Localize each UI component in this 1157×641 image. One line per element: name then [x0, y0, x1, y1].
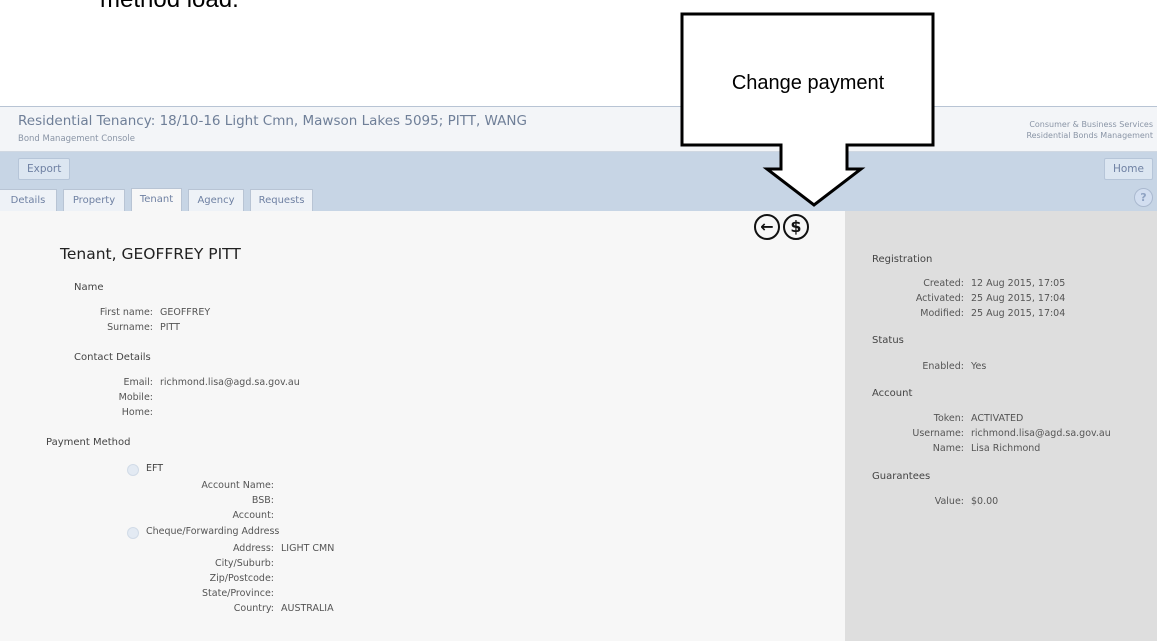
city-label: City/Suburb: — [214, 558, 274, 569]
username-label: Username: — [912, 428, 964, 439]
eft-label: EFT — [146, 463, 164, 474]
email-value: richmond.lisa@agd.sa.gov.au — [160, 377, 300, 388]
change-payment-callout — [680, 12, 935, 207]
enabled-value: Yes — [971, 361, 987, 372]
first-name-label: First name: — [99, 307, 153, 318]
first-name-value: GEOFFREY — [160, 307, 211, 318]
guarantees-heading: Guarantees — [872, 471, 931, 482]
email-label: Email: — [123, 377, 153, 388]
payment-method-heading: Payment Method — [46, 437, 131, 448]
tenant-title: Tenant, GEOFFREY PITT — [60, 245, 241, 263]
registration-heading: Registration — [872, 254, 933, 265]
name-section-heading: Name — [74, 282, 104, 293]
activated-value: 25 Aug 2015, 17:04 — [971, 293, 1066, 304]
help-icon[interactable]: ? — [1134, 188, 1153, 207]
country-label: Country: — [233, 603, 274, 614]
guarantee-value: $0.00 — [971, 496, 999, 507]
cheque-label: Cheque/Forwarding Address — [146, 526, 280, 537]
surname-label: Surname: — [107, 322, 153, 333]
organisation-line-1: Consumer & Business Services — [1029, 120, 1153, 129]
account-heading: Account — [872, 388, 913, 399]
bsb-label: BSB: — [251, 495, 274, 506]
activated-label: Activated: — [915, 293, 964, 304]
toolbar: Export Home — [0, 152, 1157, 185]
callout-text: Change payment — [731, 72, 885, 94]
tab-requests[interactable]: Requests — [250, 189, 313, 212]
tab-details[interactable]: Details — [0, 189, 57, 212]
page-subtitle: Bond Management Console — [18, 134, 135, 144]
address-value: LIGHT CMN — [281, 543, 335, 554]
cheque-radio[interactable] — [127, 527, 139, 539]
document-caption: method load. — [100, 0, 239, 14]
page-title: Residential Tenancy: 18/10-16 Light Cmn,… — [18, 113, 527, 129]
bond-management-app: Residential Tenancy: 18/10-16 Light Cmn,… — [0, 106, 1157, 641]
token-label: Token: — [933, 413, 964, 424]
nav-icons: ← $ — [754, 214, 812, 240]
tenant-panel: ← $ Tenant, GEOFFREY PITT Name First name… — [0, 211, 845, 641]
token-value: ACTIVATED — [971, 413, 1024, 424]
created-label: Created: — [923, 278, 964, 289]
state-label: State/Province: — [202, 588, 274, 599]
app-header: Residential Tenancy: 18/10-16 Light Cmn,… — [0, 107, 1157, 152]
modified-value: 25 Aug 2015, 17:04 — [971, 308, 1066, 319]
tab-agency[interactable]: Agency — [188, 189, 244, 212]
username-value: richmond.lisa@agd.sa.gov.au — [971, 428, 1111, 439]
contact-section-heading: Contact Details — [74, 352, 151, 363]
account-name-value: Lisa Richmond — [971, 443, 1041, 454]
created-value: 12 Aug 2015, 17:05 — [971, 278, 1066, 289]
address-label: Address: — [232, 543, 274, 554]
tab-bar: Details Property Tenant Agency Requests … — [0, 185, 1157, 212]
dollar-icon[interactable]: $ — [783, 214, 809, 240]
export-button[interactable]: Export — [18, 158, 71, 180]
modified-label: Modified: — [920, 308, 964, 319]
surname-value: PITT — [160, 322, 180, 333]
account-name-label: Account Name: — [201, 480, 274, 491]
enabled-label: Enabled: — [922, 361, 964, 372]
organisation-line-2: Residential Bonds Management — [1026, 131, 1153, 140]
home-phone-label: Home: — [121, 407, 153, 418]
organisation-label: Consumer & Business Services Residential… — [1026, 119, 1153, 141]
home-button[interactable]: Home — [1103, 158, 1153, 180]
tab-property[interactable]: Property — [63, 189, 125, 212]
account-label: Account: — [232, 510, 274, 521]
mobile-label: Mobile: — [118, 392, 153, 403]
zip-label: Zip/Postcode: — [209, 573, 274, 584]
info-sidebar: Registration Created: 12 Aug 2015, 17:05… — [845, 211, 1157, 641]
account-name-label: Name: — [932, 443, 964, 454]
country-value: AUSTRALIA — [281, 603, 334, 614]
tab-tenant[interactable]: Tenant — [131, 188, 182, 212]
guarantee-value-label: Value: — [934, 496, 964, 507]
status-heading: Status — [872, 335, 904, 346]
eft-radio[interactable] — [127, 464, 139, 476]
back-arrow-icon[interactable]: ← — [754, 214, 780, 240]
